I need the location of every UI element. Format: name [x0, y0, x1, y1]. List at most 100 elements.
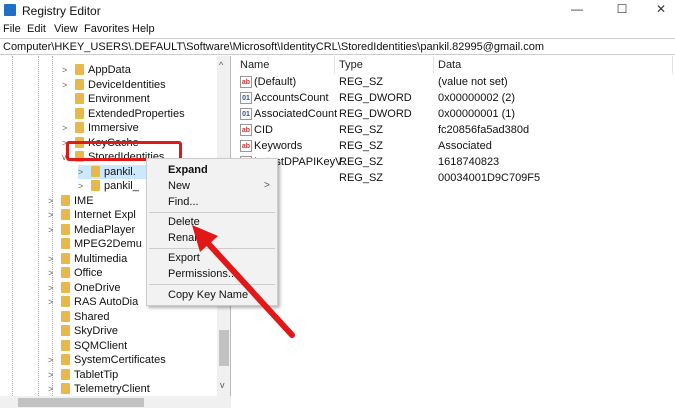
tree-item-label: Internet Expl: [74, 209, 136, 221]
menu-help[interactable]: Help: [132, 23, 155, 35]
scroll-down-icon[interactable]: v: [220, 380, 225, 390]
tree-item[interactable]: Shared: [48, 310, 230, 324]
tree-item-label: TelemetryClient: [74, 383, 150, 395]
tree-item[interactable]: > Immersive: [62, 121, 230, 135]
column-header-type[interactable]: Type: [339, 59, 363, 71]
close-button[interactable]: ✕: [646, 2, 675, 18]
chevron-right-icon[interactable]: >: [62, 121, 70, 135]
value-data: 00034001D9C709F5: [438, 172, 541, 184]
tree-item[interactable]: SkyDrive: [48, 324, 230, 338]
tree-item-label: Office: [74, 267, 103, 279]
value-type: REG_DWORD: [339, 108, 412, 120]
menu-edit[interactable]: Edit: [27, 23, 46, 35]
tree-item-label: TabletTip: [74, 368, 119, 381]
tree-item-label: SkyDrive: [74, 325, 119, 337]
tree-item[interactable]: ExtendedProperties: [62, 107, 230, 121]
value-data: 1618740823: [438, 156, 500, 168]
menu-item-copy-key-name[interactable]: Copy Key Name: [168, 289, 248, 301]
folder-icon: [61, 238, 70, 249]
column-header-data[interactable]: Data: [438, 59, 461, 71]
value-row[interactable]: abREG_SZ00034001D9C709F5: [235, 170, 675, 186]
tree-item-label: IME: [74, 194, 94, 207]
tree-item-label: Multimedia: [74, 252, 128, 265]
folder-icon: [61, 209, 70, 220]
folder-icon: [75, 78, 84, 90]
value-data: Associated: [438, 140, 492, 152]
chevron-right-icon[interactable]: >: [48, 223, 56, 237]
tree-item-label: Immersive: [88, 122, 139, 134]
chevron-right-icon[interactable]: >: [48, 295, 56, 309]
value-type: REG_SZ: [339, 76, 384, 88]
folder-icon: [75, 93, 84, 104]
registry-editor-icon: [4, 4, 16, 16]
tree-item[interactable]: > SystemCertificates: [48, 353, 230, 367]
folder-icon: [61, 339, 70, 351]
chevron-right-icon[interactable]: >: [48, 194, 56, 208]
tree-item[interactable]: > DeviceIdentities: [62, 78, 230, 92]
tree-scroll-thumb[interactable]: [219, 330, 229, 366]
tree-item[interactable]: Environment: [62, 92, 230, 106]
value-row[interactable]: 01 AccountsCount REG_DWORD 0x00000002 (2): [235, 90, 675, 106]
folder-icon: [75, 122, 84, 133]
chevron-right-icon[interactable]: >: [48, 382, 56, 396]
folder-icon: [61, 281, 70, 293]
value-row[interactable]: abLatestDPAPIKeyV...REG_SZ1618740823: [235, 154, 675, 170]
menu-view[interactable]: View: [54, 23, 78, 35]
value-name: (Default): [254, 76, 297, 88]
maximize-button[interactable]: ☐: [607, 2, 637, 18]
string-value-icon: ab: [240, 140, 252, 152]
chevron-right-icon[interactable]: >: [48, 208, 56, 222]
menu-item-find[interactable]: Find...: [168, 196, 199, 208]
menu-item-expand[interactable]: Expand: [168, 164, 208, 176]
chevron-right-icon[interactable]: >: [62, 63, 70, 77]
chevron-right-icon[interactable]: >: [48, 281, 56, 295]
value-row[interactable]: ab CID REG_SZ fc20856fa5ad380d: [235, 122, 675, 138]
tree-item-label: MediaPlayer: [74, 223, 136, 236]
tree-item[interactable]: > TabletTip: [48, 368, 230, 382]
value-data: (value not set): [438, 76, 508, 88]
folder-icon: [61, 383, 70, 394]
folder-icon: [61, 325, 70, 336]
tree-item[interactable]: > AppData: [62, 63, 230, 77]
folder-icon: [75, 107, 84, 119]
chevron-right-icon[interactable]: >: [48, 368, 56, 382]
value-type: REG_DWORD: [339, 92, 412, 104]
menu-file[interactable]: File: [3, 23, 21, 35]
menu-item-export[interactable]: Export: [168, 252, 200, 264]
value-name: CID: [254, 124, 273, 136]
chevron-right-icon[interactable]: >: [78, 179, 86, 193]
folder-icon: [61, 310, 70, 322]
menu-favorites[interactable]: Favorites: [84, 23, 129, 35]
chevron-right-icon[interactable]: >: [48, 252, 56, 266]
chevron-right-icon[interactable]: >: [48, 266, 56, 280]
menu-item-new[interactable]: New: [168, 180, 190, 192]
binary-value-icon: 01: [240, 108, 252, 120]
values-pane: Name Type Data ab (Default) REG_SZ (value n…: [235, 56, 675, 408]
folder-icon: [61, 267, 70, 278]
address-bar[interactable]: Computer\HKEY_USERS\.DEFAULT\Software\Mi…: [0, 38, 675, 55]
chevron-right-icon[interactable]: >: [78, 165, 86, 179]
tree-item[interactable]: > TelemetryClient: [48, 382, 230, 396]
string-value-icon: ab: [240, 124, 252, 136]
value-row[interactable]: ab Keywords REG_SZ Associated: [235, 138, 675, 154]
chevron-right-icon[interactable]: >: [62, 78, 70, 92]
context-menu: Expand New > Find... Delete Rename Expor…: [146, 158, 278, 306]
string-value-icon: ab: [240, 76, 252, 88]
folder-icon: [91, 165, 100, 177]
menu-item-permissions[interactable]: Permissions...: [168, 268, 237, 280]
value-row[interactable]: 01 AssociatedCount REG_DWORD 0x00000001 (1): [235, 106, 675, 122]
chevron-right-icon[interactable]: >: [48, 353, 56, 367]
column-header-name[interactable]: Name: [240, 59, 269, 71]
value-row[interactable]: ab (Default) REG_SZ (value not set): [235, 74, 675, 90]
tree-hscroll-thumb[interactable]: [18, 398, 144, 407]
tree-item[interactable]: SQMClient: [48, 339, 230, 353]
folder-icon: [61, 296, 70, 307]
submenu-chevron-icon: >: [264, 180, 270, 191]
tree-item-label: pankil.: [104, 165, 136, 178]
tree-item-label: MPEG2Demu: [74, 238, 142, 250]
scroll-up-icon[interactable]: ^: [219, 60, 223, 70]
folder-icon: [75, 64, 84, 75]
menu-item-rename[interactable]: Rename: [168, 232, 210, 244]
minimize-button[interactable]: —: [562, 2, 592, 18]
menu-item-delete[interactable]: Delete: [168, 216, 200, 228]
